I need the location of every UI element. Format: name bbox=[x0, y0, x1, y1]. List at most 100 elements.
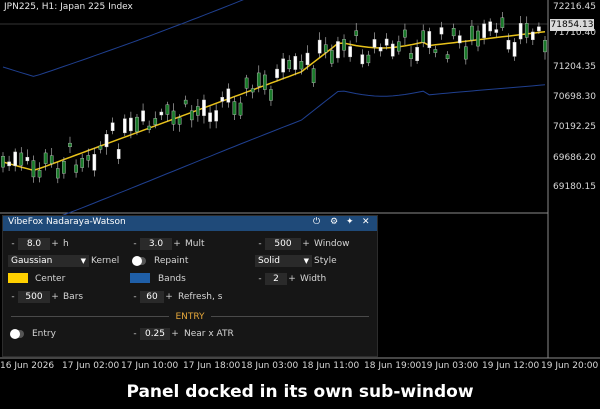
h-stepper[interactable]: - 8.0 + bbox=[8, 238, 60, 250]
candle-body bbox=[135, 116, 139, 132]
candle-body bbox=[342, 39, 346, 51]
pin-icon[interactable]: ✦ bbox=[346, 217, 354, 227]
bars-value[interactable]: 500 bbox=[18, 291, 50, 303]
window-label: Window bbox=[314, 239, 350, 249]
candle-body bbox=[147, 125, 151, 130]
candle-body bbox=[330, 50, 334, 64]
price-axis-label: 69686.20 bbox=[553, 153, 596, 163]
chevron-down-icon: ▼ bbox=[80, 257, 86, 265]
candle-body bbox=[86, 155, 91, 161]
width-value[interactable]: 2 bbox=[265, 273, 287, 285]
candle-body bbox=[244, 77, 249, 89]
mult-value[interactable]: 3.0 bbox=[140, 238, 172, 250]
candle-body bbox=[159, 111, 164, 116]
candle-body bbox=[360, 54, 365, 65]
candle-body bbox=[476, 30, 480, 47]
chevron-down-icon: ▼ bbox=[303, 257, 309, 265]
refresh-value[interactable]: 60 bbox=[140, 291, 164, 303]
mult-minus-button[interactable]: - bbox=[130, 238, 140, 250]
candle-body bbox=[421, 30, 426, 43]
candle-body bbox=[531, 31, 535, 40]
candle-body bbox=[397, 41, 401, 52]
power-icon[interactable]: ⏻ bbox=[313, 217, 320, 227]
candle-body bbox=[293, 56, 298, 70]
candle-body bbox=[506, 39, 511, 50]
refresh-stepper[interactable]: - 60 + bbox=[130, 291, 174, 303]
mult-stepper[interactable]: - 3.0 + bbox=[130, 238, 182, 250]
near-atr-stepper[interactable]: - 0.25 + bbox=[130, 328, 180, 340]
candle-body bbox=[250, 88, 255, 93]
window-minus-button[interactable]: - bbox=[255, 238, 265, 250]
style-select[interactable]: Solid ▼ bbox=[255, 255, 312, 267]
refresh-minus-button[interactable]: - bbox=[130, 291, 140, 303]
time-axis-label: 19 Jun 03:00 bbox=[421, 361, 479, 371]
candle-body bbox=[366, 54, 371, 64]
candle-body bbox=[524, 23, 529, 38]
candle-body bbox=[110, 122, 115, 131]
h-minus-button[interactable]: - bbox=[8, 238, 18, 250]
candle-body bbox=[372, 39, 377, 48]
near-atr-label: Near x ATR bbox=[184, 329, 234, 339]
h-value[interactable]: 8.0 bbox=[18, 238, 50, 250]
candle-body bbox=[305, 52, 310, 66]
candle-body bbox=[232, 101, 237, 115]
bars-stepper[interactable]: - 500 + bbox=[8, 291, 60, 303]
near-atr-plus-button[interactable]: + bbox=[170, 328, 180, 340]
kernel-select[interactable]: Gaussian ▼ bbox=[8, 255, 89, 267]
current-price-label: 71854.13 bbox=[550, 19, 594, 31]
gear-icon[interactable]: ⚙ bbox=[330, 217, 338, 227]
candle-body bbox=[25, 156, 30, 162]
candle-body bbox=[129, 117, 133, 132]
candle-body bbox=[19, 152, 24, 166]
style-value: Solid bbox=[258, 256, 280, 266]
candle-body bbox=[263, 74, 267, 90]
candle-body bbox=[269, 89, 273, 101]
width-minus-button[interactable]: - bbox=[255, 273, 265, 285]
candle-body bbox=[153, 118, 158, 125]
candle-body bbox=[62, 161, 66, 174]
panel-header: VibeFox Nadaraya-Watson ⏻ ⚙ ✦ ✕ bbox=[3, 216, 377, 231]
mult-label: Mult bbox=[185, 239, 205, 249]
candle-body bbox=[104, 134, 109, 148]
candle-body bbox=[214, 110, 218, 122]
window-stepper[interactable]: - 500 + bbox=[255, 238, 311, 250]
bands-color-swatch[interactable] bbox=[130, 273, 150, 283]
width-plus-button[interactable]: + bbox=[287, 273, 297, 285]
time-axis-label: 19 Jun 20:00 bbox=[541, 361, 599, 371]
price-axis-label: 71204.35 bbox=[553, 62, 596, 72]
candle-body bbox=[518, 23, 523, 40]
candle-body bbox=[512, 42, 517, 57]
bars-plus-button[interactable]: + bbox=[50, 291, 60, 303]
price-axis-label: 70192.25 bbox=[553, 122, 596, 132]
bars-minus-button[interactable]: - bbox=[8, 291, 18, 303]
candle-body bbox=[116, 149, 121, 159]
entry-toggle[interactable] bbox=[10, 329, 24, 339]
close-icon[interactable]: ✕ bbox=[362, 217, 370, 227]
repaint-toggle[interactable] bbox=[132, 256, 146, 266]
near-atr-minus-button[interactable]: - bbox=[130, 328, 140, 340]
width-stepper[interactable]: - 2 + bbox=[255, 273, 297, 285]
time-axis-label: 17 Jun 18:00 bbox=[183, 361, 241, 371]
candle-body bbox=[31, 160, 36, 178]
center-color-swatch[interactable] bbox=[8, 273, 28, 283]
window-plus-button[interactable]: + bbox=[301, 238, 311, 250]
refresh-plus-button[interactable]: + bbox=[164, 291, 174, 303]
candle-body bbox=[348, 46, 352, 58]
h-plus-button[interactable]: + bbox=[50, 238, 60, 250]
candle-body bbox=[323, 44, 328, 53]
candle-body bbox=[281, 58, 285, 73]
candle-body bbox=[299, 61, 304, 70]
time-axis-label: 17 Jun 10:00 bbox=[121, 361, 179, 371]
candle-body bbox=[445, 54, 450, 60]
time-axis-label: 18 Jun 19:00 bbox=[364, 361, 422, 371]
candle-body bbox=[427, 31, 432, 48]
window-value[interactable]: 500 bbox=[265, 238, 301, 250]
lower-band-line bbox=[2, 84, 546, 227]
candle-body bbox=[433, 49, 438, 53]
candle-body bbox=[74, 164, 78, 173]
caption: Panel docked in its own sub-window bbox=[126, 382, 474, 402]
mult-plus-button[interactable]: + bbox=[172, 238, 182, 250]
near-atr-value[interactable]: 0.25 bbox=[140, 328, 170, 340]
candle-body bbox=[1, 156, 5, 168]
candle-body bbox=[464, 46, 468, 60]
